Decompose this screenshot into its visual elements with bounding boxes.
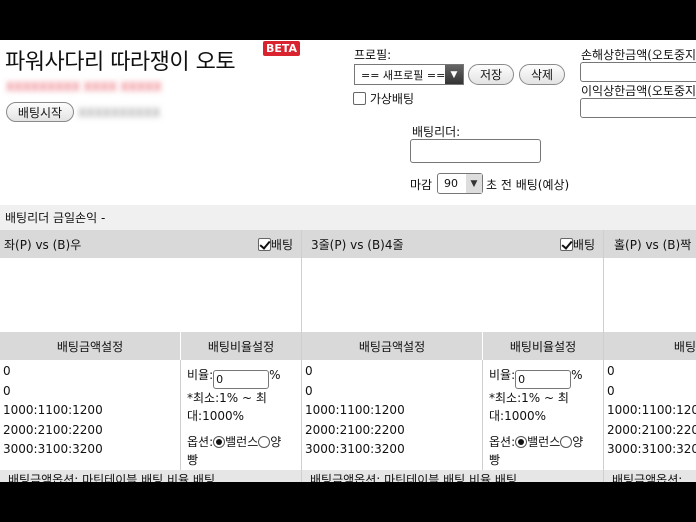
amount-row: 2000:2100:2200 xyxy=(3,422,103,437)
amount-row: 1000:1100:1200 xyxy=(3,403,103,417)
ratio-unit: % xyxy=(571,368,583,382)
bet-label: 배팅 xyxy=(572,238,595,252)
panel-header: 홀(P) vs (B)짝 xyxy=(604,230,696,258)
amount-row: 0 xyxy=(607,383,615,398)
chevron-down-icon: ▼ xyxy=(445,65,463,84)
both-radio[interactable] xyxy=(258,436,271,448)
bet-toggle[interactable]: 배팅 xyxy=(257,236,293,253)
amount-option-bar: 배팅금액옵션: 마틴테이블 배팅 비율 배팅 xyxy=(0,470,301,482)
app-window: 파워사다리 따라쟁이 오토 BETA XXXXXXXXX XXXX XXXXX … xyxy=(0,40,696,482)
delete-button[interactable]: 삭제 xyxy=(519,64,565,85)
amount-row: 1000:1100:1200 xyxy=(305,403,405,417)
ratio-settings: 비율: 0% *최소:1% ~ 최 대:1000% 옵션: 밸런스 양 빵 xyxy=(180,360,301,470)
amount-option-bar: 배팅금액옵션: xyxy=(604,470,696,482)
both-label: 양 xyxy=(572,435,584,449)
profit-limit-input[interactable] xyxy=(580,98,696,118)
amount-settings-header: 배팅 xyxy=(604,332,696,360)
panel-title: 홀(P) vs (B)짝 xyxy=(614,237,692,252)
amount-option-bar: 배팅금액옵션: 마틴테이블 배팅 비율 배팅 xyxy=(302,470,603,482)
panel-title: 좌(P) vs (B)우 xyxy=(4,237,82,252)
blurred-notice: XXXXXXXXX XXXX XXXXX xyxy=(6,80,162,94)
amount-list[interactable]: 0 0 1000:1100:1200 2000:2100:2200 3000:3… xyxy=(305,362,405,460)
leader-input[interactable] xyxy=(410,139,541,163)
amount-list[interactable]: 0 0 1000:1100:1200 2000:2100:2200 3000:3… xyxy=(607,362,696,460)
bet-label: 배팅 xyxy=(270,238,293,252)
ratio-settings-header: 배팅비율설정 xyxy=(181,332,301,360)
ratio-note: 대:1000% xyxy=(489,409,547,423)
ratio-note: *최소:1% ~ 최 xyxy=(187,391,267,405)
option-label: 옵션: xyxy=(187,435,214,449)
amount-row: 3000:3100:3200 xyxy=(3,442,103,456)
both-label-cont: 빵 xyxy=(489,453,501,467)
option-label: 옵션: xyxy=(489,435,516,449)
panel-header: 3줄(P) vs (B)4줄 배팅 xyxy=(302,230,603,258)
balance-radio[interactable] xyxy=(515,436,528,448)
profile-select[interactable]: == 새프로필 == ▼ xyxy=(354,64,464,85)
virtual-bet-label: 가상배팅 xyxy=(369,92,414,106)
amount-row: 0 xyxy=(3,383,11,398)
both-label: 양 xyxy=(270,435,282,449)
deadline-select[interactable]: 90 ▼ xyxy=(437,173,483,194)
virtual-bet-option[interactable]: 가상배팅 xyxy=(353,90,414,107)
amount-row: 0 xyxy=(305,364,313,378)
leader-profit-bar: 배팅리더 금일손익 - xyxy=(0,205,696,230)
amount-settings-header: 배팅금액설정 xyxy=(302,332,482,360)
start-betting-button[interactable]: 배팅시작 xyxy=(6,102,74,122)
amount-row: 0 xyxy=(607,364,615,378)
panel-header: 좌(P) vs (B)우 배팅 xyxy=(0,230,301,258)
deadline-value: 90 xyxy=(444,177,458,190)
panel-odd-even: 홀(P) vs (B)짝 배팅 0 0 1000:1100:1200 2000:… xyxy=(604,230,696,482)
loss-limit-input[interactable] xyxy=(580,62,696,82)
amount-settings-header: 배팅금액설정 xyxy=(0,332,180,360)
ratio-note: 대:1000% xyxy=(187,409,245,423)
balance-radio[interactable] xyxy=(213,436,226,448)
leader-label: 배팅리더: xyxy=(412,125,461,139)
blurred-username: XXXXXXXXXX xyxy=(78,106,161,120)
deadline-suffix: 초 전 배팅(예상) xyxy=(486,178,570,192)
deadline-label: 마감 xyxy=(410,178,433,192)
panel-left-right: 좌(P) vs (B)우 배팅 배팅금액설정 배팅비율설정 0 0 1000:1… xyxy=(0,230,302,482)
loss-limit-label: 손해상한금액(오토중지) xyxy=(581,48,696,62)
balance-label: 밸런스 xyxy=(225,435,259,449)
ratio-label: 비율: xyxy=(489,368,516,382)
profile-label: 프로필: xyxy=(354,48,392,62)
virtual-bet-checkbox[interactable] xyxy=(353,92,366,105)
profit-limit-label: 이익상한금액(오토중지) xyxy=(581,84,696,98)
balance-label: 밸런스 xyxy=(527,435,561,449)
ratio-input[interactable]: 0 xyxy=(515,370,572,389)
ratio-unit: % xyxy=(269,368,281,382)
ratio-note: *최소:1% ~ 최 xyxy=(489,391,569,405)
both-radio[interactable] xyxy=(560,436,573,448)
amount-list[interactable]: 0 0 1000:1100:1200 2000:2100:2200 3000:3… xyxy=(3,362,103,460)
amount-row: 0 xyxy=(3,364,11,378)
amount-row: 3000:3100:3200 xyxy=(305,442,405,456)
amount-row: 3000:3100:3200 xyxy=(607,442,696,456)
amount-row: 0 xyxy=(305,383,313,398)
save-button[interactable]: 저장 xyxy=(468,64,514,85)
amount-row: 2000:2100:2200 xyxy=(607,422,696,437)
page-title: 파워사다리 따라쟁이 오토 xyxy=(5,50,236,75)
chevron-down-icon: ▼ xyxy=(466,174,482,193)
amount-row: 2000:2100:2200 xyxy=(305,422,405,437)
both-label-cont: 빵 xyxy=(187,453,199,467)
beta-badge: BETA xyxy=(263,41,301,56)
amount-row: 1000:1100:1200 xyxy=(607,403,696,417)
bet-checkbox[interactable] xyxy=(559,238,573,251)
ratio-label: 비율: xyxy=(187,368,214,382)
profile-select-value: == 새프로필 == xyxy=(361,68,446,82)
bet-toggle[interactable]: 배팅 xyxy=(559,236,595,253)
bet-checkbox[interactable] xyxy=(257,238,271,251)
ratio-settings-header: 배팅비율설정 xyxy=(483,332,603,360)
ratio-settings: 비율: 0% *최소:1% ~ 최 대:1000% 옵션: 밸런스 양 빵 xyxy=(482,360,603,470)
panel-title: 3줄(P) vs (B)4줄 xyxy=(311,237,404,252)
ratio-input[interactable]: 0 xyxy=(213,370,270,389)
panel-line-3-4: 3줄(P) vs (B)4줄 배팅 배팅금액설정 배팅비율설정 0 0 1000… xyxy=(302,230,604,482)
